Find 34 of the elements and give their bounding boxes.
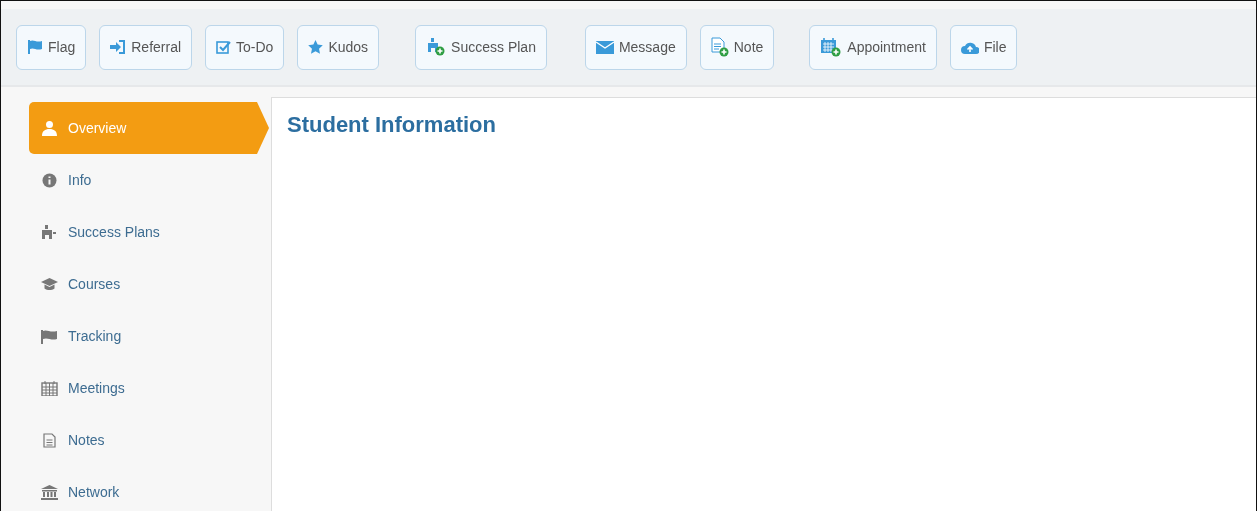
section-title: Student Information [287,112,497,138]
user-icon [41,120,58,136]
sidebar-item[interactable]: Meetings [29,362,269,414]
info-icon [41,172,58,188]
sitemap-plus-icon [426,38,447,56]
toolbar-button[interactable]: Message [584,24,687,70]
sidebar-item[interactable]: Info [29,154,269,206]
document-icon [41,432,58,448]
toolbar-button[interactable]: Kudos [297,24,380,70]
sign-in-arrow-icon [110,40,127,54]
sidebar-item[interactable]: Notes [29,414,269,466]
cloud-upload-icon [960,40,979,54]
toolbar-button[interactable]: Appointment [809,24,937,70]
bank-icon [41,484,58,500]
toolbar-button[interactable]: Flag [16,24,87,70]
toolbar-button[interactable]: Note [699,24,775,70]
toolbar-button[interactable]: Referral [99,24,193,70]
graduation-cap-icon [41,276,58,292]
calendar-plus-icon [820,37,843,57]
document-plus-icon [710,37,729,57]
envelope-icon [595,40,614,54]
sidebar-item[interactable]: Network [29,466,269,511]
toolbar-button[interactable]: To-Do [205,24,285,70]
checkbox-icon [216,40,232,54]
sidebar-item[interactable]: Courses [29,258,269,310]
flag-icon [27,40,43,54]
sidebar-item[interactable]: Tracking [29,310,269,362]
calendar-icon [41,380,58,396]
toolbar-button[interactable]: Success Plan [415,24,547,70]
star-icon [308,40,324,54]
sitemap-icon [41,224,58,240]
flag-icon [41,328,58,344]
sidebar-item[interactable]: Success Plans [29,206,269,258]
toolbar-button[interactable]: File [949,24,1018,70]
